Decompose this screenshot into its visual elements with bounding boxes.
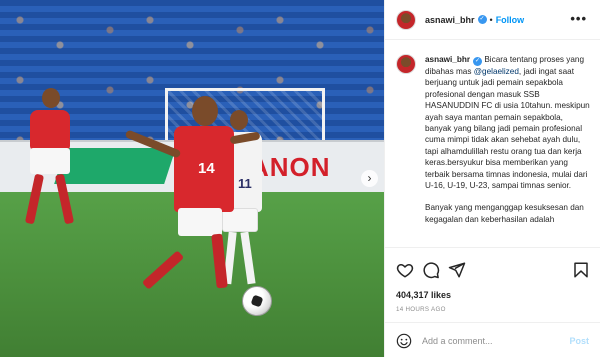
- verified-icon: ✓: [477, 15, 487, 24]
- post-actions: 404,317 likes 14 HOURS AGO Post: [385, 247, 600, 357]
- more-icon[interactable]: •••: [570, 11, 587, 26]
- heart-icon[interactable]: [396, 261, 414, 279]
- comment-icon[interactable]: [422, 261, 440, 279]
- player-left: [22, 88, 82, 238]
- separator-dot: •: [489, 14, 493, 25]
- football: [242, 286, 272, 316]
- emoji-icon[interactable]: [396, 333, 412, 349]
- caption-avatar[interactable]: [396, 54, 416, 74]
- caption-text-rest: , jadi ingat saat berjuang untuk jadi pe…: [425, 67, 590, 191]
- caption: asnawi_bhr ✓ Bicara tentang proses yang d…: [425, 54, 591, 247]
- like-count[interactable]: 404,317 likes: [396, 290, 451, 300]
- bookmark-icon[interactable]: [572, 261, 590, 279]
- post-photo[interactable]: ANON 11 14 ›: [0, 0, 384, 357]
- chevron-right-icon[interactable]: ›: [361, 170, 378, 187]
- follow-button[interactable]: Follow: [496, 15, 525, 25]
- player-main: 14: [118, 96, 261, 306]
- timestamp[interactable]: 14 HOURS AGO: [396, 306, 446, 313]
- caption-paragraph-2: Banyak yang menganggap kesuksesan dan ke…: [425, 203, 584, 224]
- player-front-number: 14: [198, 160, 215, 177]
- header-username[interactable]: asnawi_bhr: [425, 15, 475, 25]
- post-header: asnawi_bhr ✓ • Follow •••: [385, 0, 600, 40]
- action-icons: [396, 261, 590, 279]
- caption-username[interactable]: asnawi_bhr: [425, 55, 470, 64]
- caption-area: asnawi_bhr ✓ Bicara tentang proses yang d…: [385, 40, 600, 247]
- verified-icon: ✓: [473, 57, 483, 66]
- comment-box: Post: [385, 322, 600, 357]
- mention-link[interactable]: @gelaelized: [474, 67, 519, 76]
- post-side-panel: asnawi_bhr ✓ • Follow ••• asnawi_bhr ✓ Bi…: [384, 0, 600, 357]
- post-button[interactable]: Post: [569, 336, 589, 346]
- comment-input[interactable]: [422, 335, 567, 346]
- avatar[interactable]: [396, 9, 416, 30]
- share-icon[interactable]: [448, 261, 466, 279]
